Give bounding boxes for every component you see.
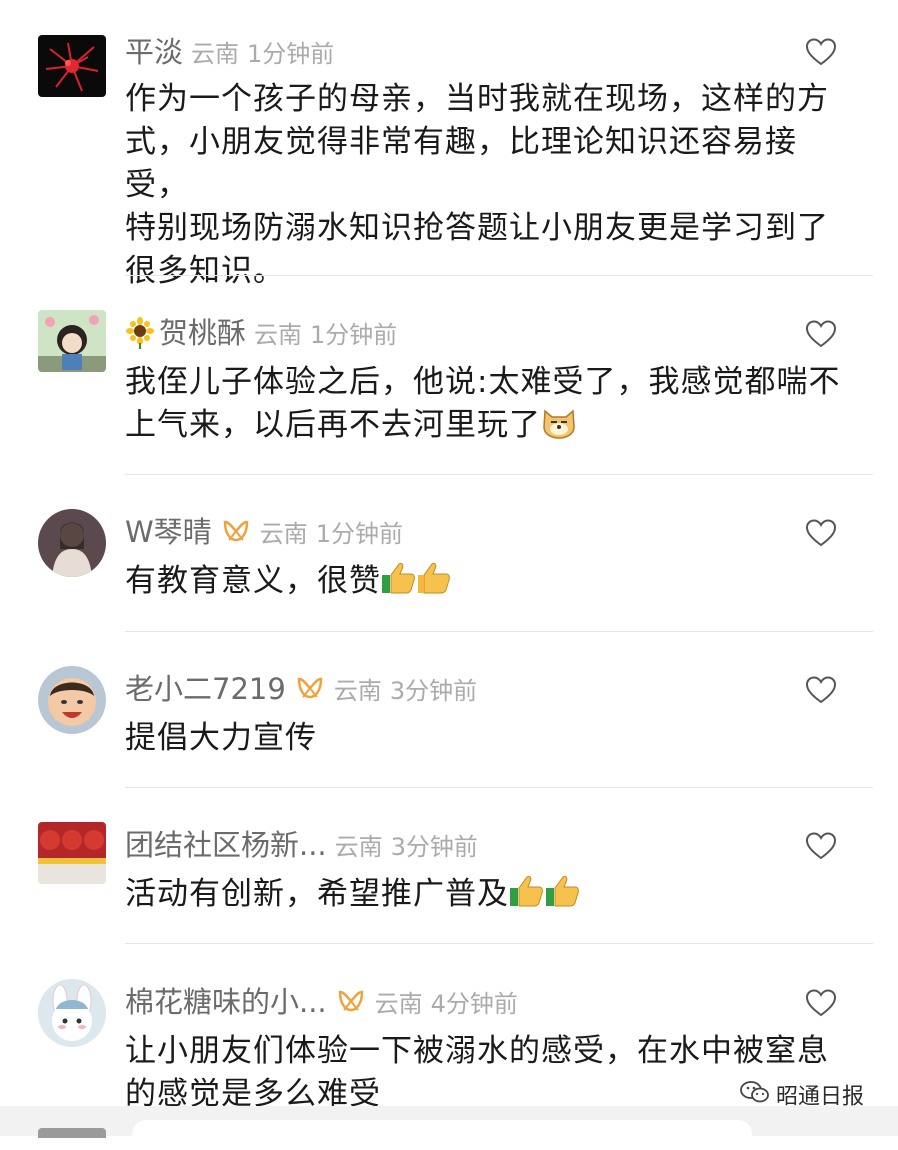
comment-line-wrap: 上气来，以后再不去河里玩了 xyxy=(125,404,855,451)
divider xyxy=(125,943,873,944)
watermark: 昭通日报 xyxy=(740,1080,864,1114)
location: 云南 xyxy=(254,321,303,349)
location: 云南 xyxy=(374,990,423,1018)
vip-badge-icon xyxy=(222,518,250,558)
username[interactable]: 团结社区杨新... xyxy=(125,828,327,862)
watermark-text: 昭通日报 xyxy=(776,1084,865,1110)
comment-text: 有教育意义，很赞 xyxy=(125,560,855,607)
username[interactable]: 平淡 xyxy=(125,35,183,69)
avatar[interactable] xyxy=(38,509,106,577)
timestamp: 1分钟前 xyxy=(247,40,335,68)
comment-line: 让小朋友们体验一下被溺水的感受，在水中被窒息 xyxy=(125,1033,829,1069)
like-heart-icon[interactable] xyxy=(805,519,838,549)
location: 云南 xyxy=(259,520,308,548)
vip-badge-icon xyxy=(337,988,365,1028)
comment-header: 团结社区杨新... 云南 3分钟前 xyxy=(125,825,478,865)
timestamp: 1分钟前 xyxy=(310,321,398,349)
comment-input[interactable] xyxy=(132,1120,752,1150)
username[interactable]: 老小二7219 xyxy=(125,672,286,706)
comment-line-wrap: 有教育意义，很赞 xyxy=(125,560,855,607)
location: 云南 xyxy=(334,833,383,861)
location: 云南 xyxy=(191,40,240,68)
timestamp: 3分钟前 xyxy=(389,677,478,705)
location: 云南 xyxy=(333,677,382,705)
comment-line: 活动有创新，希望推广普及 xyxy=(125,876,509,912)
timestamp: 1分钟前 xyxy=(315,520,403,548)
divider xyxy=(125,474,873,475)
like-heart-icon[interactable] xyxy=(805,676,838,706)
comment-line: 我侄儿子体验之后，他说:太难受了，我感觉都喘不 xyxy=(125,364,841,400)
like-heart-icon[interactable] xyxy=(805,320,838,350)
username[interactable]: W琴晴 xyxy=(125,515,212,549)
comment-line: 很多知识。 xyxy=(125,253,285,289)
avatar[interactable] xyxy=(38,979,106,1047)
comment-text: 作为一个孩子的母亲，当时我就在现场，这样的方 式，小朋友觉得非常有趣，比理论知识… xyxy=(125,78,855,293)
thumbs-up-emoji-icon xyxy=(509,874,581,920)
comment-line: 式，小朋友觉得非常有趣，比理论知识还容易接受， xyxy=(125,124,797,203)
comment-text: 提倡大力宣传 xyxy=(125,717,855,760)
sunflower-emoji-icon xyxy=(125,317,155,364)
doge-emoji-icon xyxy=(541,407,577,451)
like-heart-icon[interactable] xyxy=(805,989,838,1019)
avatar[interactable] xyxy=(38,310,106,372)
divider xyxy=(125,631,873,632)
comment-header: 贺桃酥 云南 1分钟前 xyxy=(125,313,397,353)
comment-line: 有教育意义，很赞 xyxy=(125,563,381,599)
username[interactable]: 贺桃酥 xyxy=(159,316,246,350)
comment-line: 上气来，以后再不去河里玩了 xyxy=(125,407,541,443)
divider xyxy=(125,275,873,276)
comment-line: 提倡大力宣传 xyxy=(125,720,317,756)
vip-badge-icon xyxy=(296,675,324,715)
avatar[interactable] xyxy=(38,35,106,97)
thumbs-up-emoji-icon xyxy=(381,561,453,607)
comment-line: 特别现场防溺水知识抢答题让小朋友更是学习到了 xyxy=(125,210,829,246)
comment-text: 活动有创新，希望推广普及 xyxy=(125,873,855,920)
avatar[interactable] xyxy=(38,1128,106,1138)
comment-header: W琴晴 云南 1分钟前 xyxy=(125,512,403,552)
wechat-icon xyxy=(740,1080,770,1115)
timestamp: 4分钟前 xyxy=(430,990,518,1018)
avatar[interactable] xyxy=(38,822,106,884)
like-heart-icon[interactable] xyxy=(805,832,838,862)
comment-line: 作为一个孩子的母亲，当时我就在现场，这样的方 xyxy=(125,81,829,117)
timestamp: 3分钟前 xyxy=(390,833,478,861)
comment-text: 我侄儿子体验之后，他说:太难受了，我感觉都喘不 上气来，以后再不去河里玩了 xyxy=(125,361,855,451)
divider xyxy=(125,787,873,788)
comment-header: 棉花糖味的小... 云南 4分钟前 xyxy=(125,982,518,1022)
comment-header: 平淡 云南 1分钟前 xyxy=(125,32,334,72)
avatar[interactable] xyxy=(38,666,106,734)
username[interactable]: 棉花糖味的小... xyxy=(125,985,327,1019)
like-heart-icon[interactable] xyxy=(805,38,838,68)
comment-line-wrap: 活动有创新，希望推广普及 xyxy=(125,873,855,920)
comment-header: 老小二7219 云南 3分钟前 xyxy=(125,669,477,709)
